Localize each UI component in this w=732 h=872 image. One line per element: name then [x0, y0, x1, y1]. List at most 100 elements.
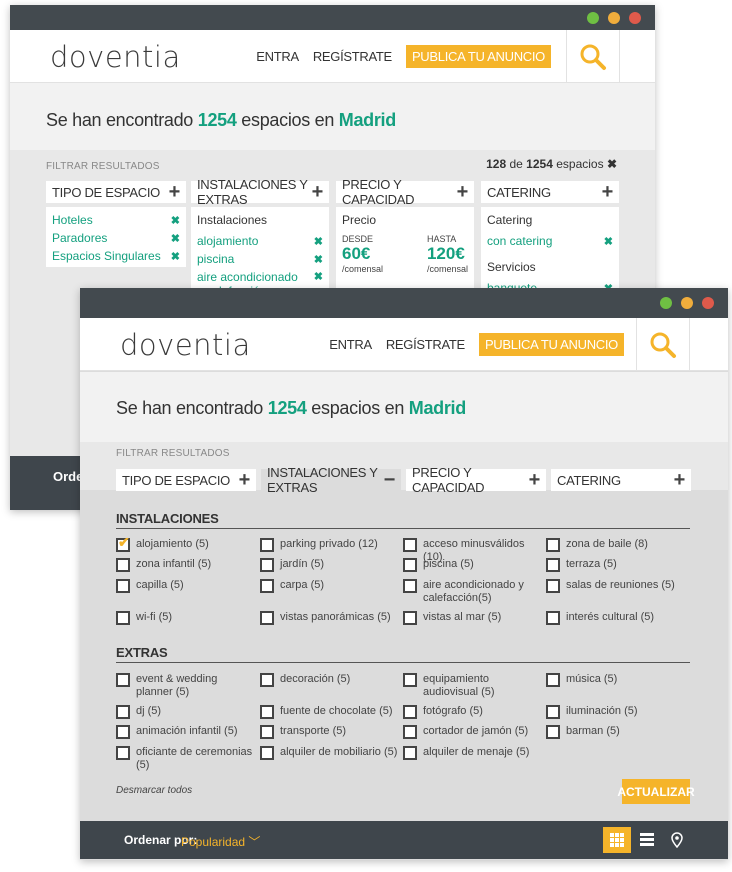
- tab-tipo-espacio[interactable]: TIPO DE ESPACIO +: [116, 469, 256, 491]
- checkbox[interactable]: [260, 746, 274, 760]
- checkbox-item[interactable]: zona infantil (5): [116, 558, 256, 572]
- checkbox-item[interactable]: vistas al mar (5): [403, 611, 543, 625]
- remove-icon[interactable]: ✖: [171, 232, 180, 245]
- close-dot-icon[interactable]: [629, 12, 641, 24]
- checkbox-item[interactable]: terraza (5): [546, 558, 686, 572]
- expand-icon[interactable]: +: [239, 470, 251, 490]
- checkbox[interactable]: [260, 579, 274, 593]
- checkbox-item[interactable]: alquiler de menaje (5): [403, 746, 543, 760]
- checkbox-item[interactable]: iluminación (5): [546, 705, 686, 719]
- remove-icon[interactable]: ✖: [171, 214, 180, 227]
- checkbox-item[interactable]: aire acondicionado y calefacción(5): [403, 579, 543, 605]
- login-link[interactable]: ENTRA: [256, 49, 299, 64]
- expand-icon[interactable]: +: [674, 470, 686, 490]
- checkbox-item[interactable]: vistas panorámicas (5): [260, 611, 400, 625]
- minimize-dot-icon[interactable]: [681, 297, 693, 309]
- checkbox[interactable]: [116, 611, 130, 625]
- remove-icon[interactable]: ✖: [314, 253, 323, 266]
- logo[interactable]: doventia: [120, 328, 251, 362]
- expand-icon[interactable]: +: [457, 182, 469, 202]
- search-button[interactable]: [636, 318, 690, 371]
- checkbox-item[interactable]: fuente de chocolate (5): [260, 705, 400, 719]
- filter-tipo-espacio[interactable]: TIPO DE ESPACIO +: [46, 181, 186, 203]
- remove-icon[interactable]: ✖: [314, 235, 323, 248]
- checkbox-item[interactable]: transporte (5): [260, 725, 400, 739]
- checkbox[interactable]: [546, 673, 560, 687]
- checkbox-item[interactable]: zona de baile (8): [546, 538, 686, 552]
- list-view-button[interactable]: [633, 827, 661, 853]
- checkbox[interactable]: [116, 705, 130, 719]
- close-dot-icon[interactable]: [702, 297, 714, 309]
- maximize-dot-icon[interactable]: [660, 297, 672, 309]
- checkbox-item[interactable]: alquiler de mobiliario (5): [260, 746, 400, 760]
- checkbox-item[interactable]: salas de reuniones (5): [546, 579, 686, 593]
- checkbox-item[interactable]: decoración (5): [260, 673, 400, 687]
- checkbox-item[interactable]: alojamiento (5): [116, 536, 256, 552]
- checkbox[interactable]: [260, 558, 274, 572]
- checkbox-item[interactable]: cortador de jamón (5): [403, 725, 543, 739]
- publish-button[interactable]: PUBLICA TU ANUNCIO: [478, 333, 624, 356]
- checkbox-item[interactable]: piscina (5): [403, 558, 543, 572]
- filter-instalaciones[interactable]: INSTALACIONES Y EXTRAS +: [191, 177, 329, 207]
- checkbox[interactable]: [403, 705, 417, 719]
- maximize-dot-icon[interactable]: [587, 12, 599, 24]
- map-view-button[interactable]: [663, 827, 691, 853]
- update-button[interactable]: ACTUALIZAR: [617, 779, 695, 804]
- checkbox[interactable]: [260, 611, 274, 625]
- checkbox[interactable]: [116, 746, 130, 760]
- checkbox[interactable]: [403, 746, 417, 760]
- checkbox[interactable]: [116, 579, 130, 593]
- register-link[interactable]: REGÍSTRATE: [313, 49, 392, 64]
- checkbox[interactable]: [260, 538, 274, 552]
- checkbox-item[interactable]: dj (5): [116, 705, 256, 719]
- clear-icon[interactable]: ✖: [607, 157, 617, 171]
- checkbox-item[interactable]: interés cultural (5): [546, 611, 686, 625]
- checkbox[interactable]: [403, 725, 417, 739]
- checkbox-item[interactable]: música (5): [546, 673, 686, 687]
- checkbox[interactable]: [260, 705, 274, 719]
- checkbox[interactable]: [260, 725, 274, 739]
- publish-button[interactable]: PUBLICA TU ANUNCIO: [405, 45, 551, 68]
- sort-select[interactable]: Popularidad ﹀: [181, 833, 260, 850]
- checkbox[interactable]: [546, 579, 560, 593]
- filter-catering[interactable]: CATERING +: [481, 181, 619, 203]
- checkbox-item[interactable]: animación infantil (5): [116, 725, 256, 739]
- checkbox[interactable]: [546, 611, 560, 625]
- filter-precio[interactable]: PRECIO Y CAPACIDAD +: [336, 177, 474, 207]
- checkbox-item[interactable]: capilla (5): [116, 579, 256, 593]
- checkbox-item[interactable]: equipamiento audiovisual (5): [403, 673, 543, 699]
- collapse-icon[interactable]: −: [384, 470, 396, 490]
- login-link[interactable]: ENTRA: [329, 337, 372, 352]
- checkbox-item[interactable]: parking privado (12): [260, 538, 400, 552]
- search-button[interactable]: [566, 30, 620, 83]
- tab-instalaciones-extras[interactable]: INSTALACIONES Y EXTRAS −: [261, 465, 401, 495]
- grid-view-button[interactable]: [603, 827, 631, 853]
- checkbox-item[interactable]: fotógrafo (5): [403, 705, 543, 719]
- minimize-dot-icon[interactable]: [608, 12, 620, 24]
- checkbox-item[interactable]: jardín (5): [260, 558, 400, 572]
- checkbox[interactable]: [546, 558, 560, 572]
- checkbox[interactable]: [116, 725, 130, 739]
- tab-catering[interactable]: CATERING +: [551, 469, 691, 491]
- checkbox-item[interactable]: barman (5): [546, 725, 686, 739]
- expand-icon[interactable]: +: [169, 182, 181, 202]
- remove-icon[interactable]: ✖: [314, 270, 323, 283]
- checkbox-item[interactable]: carpa (5): [260, 579, 400, 593]
- checkbox[interactable]: [260, 673, 274, 687]
- checkbox[interactable]: [116, 558, 130, 572]
- register-link[interactable]: REGÍSTRATE: [386, 337, 465, 352]
- unmark-all-link[interactable]: Desmarcar todos: [116, 785, 192, 796]
- checkbox[interactable]: [403, 538, 417, 552]
- checkbox[interactable]: [546, 705, 560, 719]
- remove-icon[interactable]: ✖: [171, 250, 180, 263]
- checkbox[interactable]: [116, 536, 130, 552]
- checkbox[interactable]: [116, 673, 130, 687]
- checkbox-item[interactable]: event & wedding planner (5): [116, 673, 256, 699]
- checkbox[interactable]: [546, 725, 560, 739]
- checkbox[interactable]: [546, 538, 560, 552]
- checkbox[interactable]: [403, 558, 417, 572]
- checkbox[interactable]: [403, 579, 417, 593]
- expand-icon[interactable]: +: [602, 182, 614, 202]
- logo[interactable]: doventia: [50, 40, 181, 74]
- tab-precio[interactable]: PRECIO Y CAPACIDAD +: [406, 465, 546, 495]
